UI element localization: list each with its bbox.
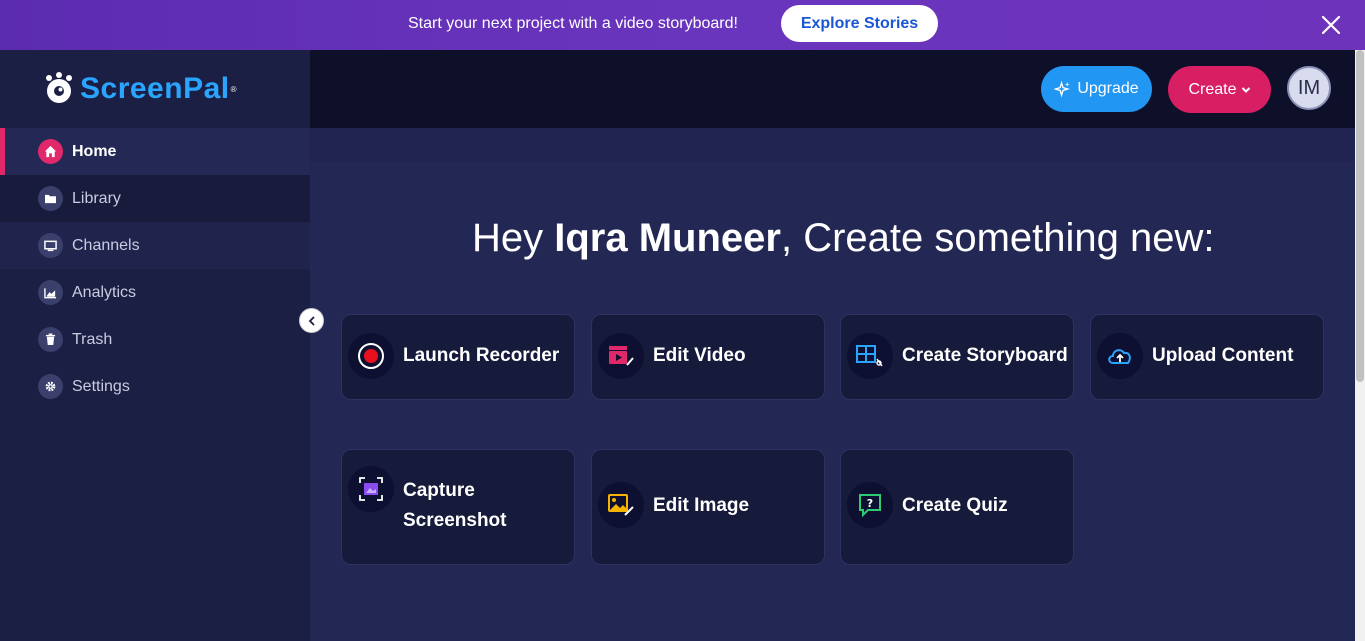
- sidebar-item-settings[interactable]: Settings: [0, 363, 310, 410]
- scrollbar-thumb[interactable]: [1356, 50, 1364, 382]
- capture-screenshot-card[interactable]: Capture Screenshot: [341, 449, 575, 565]
- top-bar: Upgrade Create IM: [310, 50, 1355, 128]
- sidebar-item-library[interactable]: Library: [0, 175, 310, 222]
- main-content: Hey Iqra Muneer, Create something new: L…: [310, 128, 1355, 641]
- sidebar-item-label: Library: [72, 189, 121, 207]
- sidebar-item-analytics[interactable]: Analytics: [0, 269, 310, 316]
- image-edit-icon: [598, 482, 644, 528]
- create-storyboard-card[interactable]: Create Storyboard: [840, 314, 1074, 400]
- sidebar-item-label: Trash: [72, 330, 113, 348]
- sidebar-nav: Home Library Channels Analytics Trash Se…: [0, 128, 310, 410]
- sparkle-icon: [1054, 80, 1071, 97]
- screenshot-icon: [348, 466, 394, 512]
- create-label: Create: [1188, 80, 1237, 98]
- folder-icon: [38, 186, 63, 211]
- launch-recorder-card[interactable]: Launch Recorder: [341, 314, 575, 400]
- gear-icon: [38, 374, 63, 399]
- home-icon: [38, 139, 63, 164]
- user-name: Iqra Muneer: [554, 216, 781, 260]
- create-quiz-card[interactable]: ? Create Quiz: [840, 449, 1074, 565]
- collapse-sidebar-button[interactable]: [299, 308, 324, 333]
- promo-banner: Start your next project with a video sto…: [0, 0, 1365, 50]
- screenpal-logo-icon: [46, 72, 72, 103]
- trash-icon: [38, 327, 63, 352]
- video-edit-icon: [598, 333, 644, 379]
- chevron-down-icon: [1241, 86, 1250, 93]
- monitor-icon: [38, 233, 63, 258]
- upload-content-card[interactable]: Upload Content: [1090, 314, 1324, 400]
- avatar[interactable]: IM: [1287, 66, 1331, 110]
- close-icon[interactable]: [1318, 12, 1344, 38]
- edit-video-card[interactable]: Edit Video: [591, 314, 825, 400]
- sidebar-item-label: Channels: [72, 236, 140, 254]
- create-button[interactable]: Create: [1168, 66, 1271, 113]
- cloud-upload-icon: [1097, 333, 1143, 379]
- svg-text:?: ?: [867, 497, 873, 510]
- sidebar-item-label: Settings: [72, 377, 130, 395]
- explore-stories-button[interactable]: Explore Stories: [781, 5, 938, 42]
- sidebar-item-label: Analytics: [72, 283, 137, 301]
- sidebar-item-label: Home: [72, 142, 117, 160]
- chevron-left-icon: [308, 316, 314, 325]
- page-title: Hey Iqra Muneer, Create something new:: [472, 216, 1215, 260]
- quiz-icon: ?: [847, 482, 893, 528]
- upgrade-button[interactable]: Upgrade: [1041, 66, 1152, 112]
- banner-text: Start your next project with a video sto…: [408, 15, 738, 32]
- edit-image-card[interactable]: Edit Image: [591, 449, 825, 565]
- upgrade-label: Upgrade: [1077, 80, 1139, 97]
- storyboard-icon: [847, 333, 893, 379]
- record-icon: [348, 333, 394, 379]
- sidebar: ScreenPal ® Home Library Channels Analyti…: [0, 50, 310, 641]
- logo-text: ScreenPal: [80, 72, 230, 105]
- sidebar-item-channels[interactable]: Channels: [0, 222, 310, 269]
- sidebar-item-home[interactable]: Home: [0, 128, 310, 175]
- chart-icon: [38, 280, 63, 305]
- sidebar-item-trash[interactable]: Trash: [0, 316, 310, 363]
- scrollbar[interactable]: [1355, 50, 1365, 641]
- logo[interactable]: ScreenPal ®: [42, 72, 237, 106]
